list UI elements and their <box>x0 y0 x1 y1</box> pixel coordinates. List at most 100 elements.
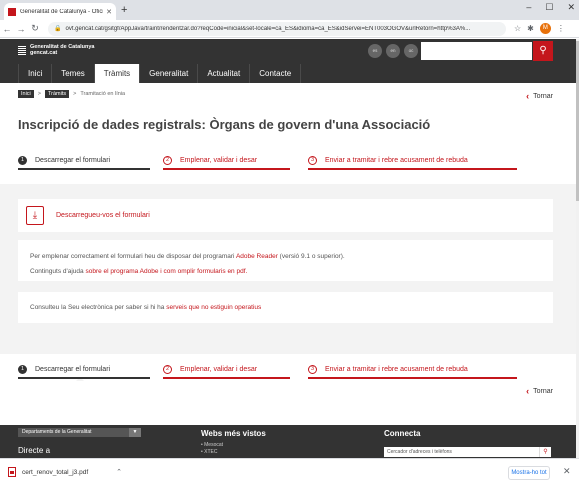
steps-bottom: 1 Descarregar el formulari 2 Emplenar, v… <box>18 361 518 381</box>
steps-top: 1 Descarregar el formulari 2 Emplenar, v… <box>18 152 518 170</box>
webs-item-xtec[interactable]: • XTEC <box>201 449 223 456</box>
lang-oc[interactable]: oc <box>404 44 418 58</box>
chevron-left-icon: ‹ <box>526 386 530 396</box>
step-number: 1 <box>18 155 27 165</box>
tab-title: Generalitat de Catalunya - Oficin <box>20 8 104 15</box>
close-tab-icon[interactable]: ✕ <box>106 8 112 16</box>
webs-list: • Mesocat • XTEC <box>201 442 223 456</box>
address-bar: ← → ↻ 🔒 ovt.gencat.cat/gsitgf/AppJava/tr… <box>0 20 579 38</box>
minimize-icon[interactable]: – <box>526 2 531 13</box>
gencat-logo[interactable]: Generalitat de Catalunya gencat.cat <box>18 44 95 56</box>
search-icon[interactable]: ⚲ <box>533 41 553 61</box>
status-card: Consulteu la Seu electrònica per saber s… <box>18 292 553 323</box>
logo-line2: gencat.cat <box>30 50 58 56</box>
content-section: ⤓ Descarregueu-vos el formulari Per empl… <box>0 184 576 354</box>
departments-select-label: Departaments de la Generalitat <box>22 429 92 435</box>
step-1[interactable]: 1 Descarregar el formulari <box>18 361 150 379</box>
step-number: 3 <box>308 364 317 374</box>
step-2[interactable]: 2 Emplenar, validar i desar <box>163 361 290 379</box>
step-number: 3 <box>308 155 317 165</box>
departments-select[interactable]: Departaments de la Generalitat ▼ <box>18 428 141 437</box>
services-status-link[interactable]: serveis que no estiguin operatius <box>166 304 261 311</box>
senyera-icon <box>18 45 26 55</box>
nav-actualitat[interactable]: Actualitat <box>198 64 251 83</box>
lang-en[interactable]: en <box>386 44 400 58</box>
breadcrumb: Inici > Tràmits > Tramitació en línia <box>18 90 125 98</box>
download-item[interactable]: cert_renov_total_j3.pdf ⌃ <box>8 467 122 477</box>
info-line1-text: Per emplenar correctament el formulari h… <box>30 253 235 260</box>
info-line1-post: (versió 9.1 o superior). <box>279 253 345 260</box>
nav-temes[interactable]: Temes <box>52 64 95 83</box>
url-text: ovt.gencat.cat/gsitgf/AppJava/traint/ren… <box>65 25 471 32</box>
info-card: Per emplenar correctament el formulari h… <box>18 240 553 281</box>
tornar-label: Tornar <box>533 387 553 395</box>
pdf-download-icon[interactable]: ⤓ <box>26 206 44 225</box>
tornar-label: Tornar <box>533 92 553 100</box>
download-form-link[interactable]: Descarregueu-vos el formulari <box>56 212 150 219</box>
browser-tab[interactable]: Generalitat de Catalunya - Oficin ✕ <box>4 3 116 20</box>
tornar-link-top[interactable]: ‹ Tornar <box>526 91 553 101</box>
step-number: 2 <box>163 155 172 165</box>
search-icon[interactable]: ⚲ <box>539 447 551 457</box>
close-icon[interactable]: ✕ <box>563 466 571 477</box>
step-label: Enviar a tramitar i rebre acusament de r… <box>325 156 468 164</box>
close-window-icon[interactable]: ✕ <box>567 2 575 13</box>
site-search-input[interactable] <box>421 42 532 60</box>
step-number: 2 <box>163 364 172 374</box>
forward-icon[interactable]: → <box>14 24 28 34</box>
download-filename: cert_renov_total_j3.pdf <box>22 468 89 476</box>
step-label: Descarregar el formulari <box>35 156 111 164</box>
step-label: Enviar a tramitar i rebre acusament de r… <box>325 365 468 373</box>
step-2[interactable]: 2 Emplenar, validar i desar <box>163 152 290 170</box>
download-bar: cert_renov_total_j3.pdf ⌃ Mostra-ho tot … <box>0 458 579 487</box>
step-label: Emplenar, validar i desar <box>180 365 258 373</box>
step-1[interactable]: 1 Descarregar el formulari <box>18 152 150 170</box>
show-all-button[interactable]: Mostra-ho tot <box>508 466 550 480</box>
webs-heading: Webs més vistos <box>201 429 266 438</box>
nav-generalitat[interactable]: Generalitat <box>140 64 199 83</box>
adobe-help-link[interactable]: sobre el programa Adobe i com omplir for… <box>85 268 247 275</box>
tornar-link-bottom[interactable]: ‹ Tornar <box>526 386 553 396</box>
favicon-icon <box>8 7 16 16</box>
step-3[interactable]: 3 Enviar a tramitar i rebre acusament de… <box>308 361 517 379</box>
star-icon[interactable]: ☆ <box>514 24 521 33</box>
nav-tramits[interactable]: Tràmits <box>94 64 141 83</box>
reload-icon[interactable]: ↻ <box>28 23 42 34</box>
maximize-icon[interactable]: ☐ <box>545 2 553 13</box>
breadcrumb-current: Tramitació en línia <box>80 91 126 97</box>
lang-es[interactable]: es <box>368 44 382 58</box>
connecta-heading: Connecta <box>384 429 421 438</box>
step-3[interactable]: 3 Enviar a tramitar i rebre acusament de… <box>308 152 517 170</box>
webs-item-mesocat[interactable]: • Mesocat <box>201 442 223 449</box>
chevron-left-icon: ‹ <box>526 91 530 101</box>
status-text: Consulteu la Seu electrònica per saber s… <box>30 304 165 311</box>
phone-search-input[interactable]: Cercador d'adreces i telèfons <box>384 447 539 457</box>
info-line2-text: Continguts d'ajuda <box>30 268 84 275</box>
adobe-reader-link[interactable]: Adobe Reader <box>236 253 278 260</box>
step-label: Descarregar el formulari <box>35 365 111 373</box>
window-controls: – ☐ ✕ <box>526 2 575 13</box>
nav-contacte[interactable]: Contacte <box>250 64 302 83</box>
new-tab-icon[interactable]: + <box>121 3 127 17</box>
browser-titlebar: Generalitat de Catalunya - Oficin ✕ + – … <box>0 0 579 20</box>
language-switcher: es en oc <box>368 44 418 58</box>
lock-icon[interactable]: 🔒 <box>54 25 61 32</box>
site-footer: Departaments de la Generalitat ▼ Directe… <box>0 425 576 458</box>
page-title: Inscripció de dades registrals: Òrgans d… <box>18 117 431 132</box>
pdf-file-icon <box>8 467 16 477</box>
chevron-up-icon[interactable]: ⌃ <box>116 468 122 476</box>
profile-avatar[interactable]: M <box>539 23 551 34</box>
breadcrumb-separator: > <box>73 91 77 97</box>
main-nav: Inici Temes Tràmits Generalitat Actualit… <box>0 64 576 83</box>
breadcrumb-tramits[interactable]: Tràmits <box>45 90 70 98</box>
breadcrumb-separator: > <box>37 91 41 97</box>
url-input[interactable]: 🔒 ovt.gencat.cat/gsitgf/AppJava/traint/r… <box>48 21 506 36</box>
extensions-icon[interactable]: ✱ <box>527 24 534 33</box>
download-card: ⤓ Descarregueu-vos el formulari <box>18 199 553 232</box>
back-icon[interactable]: ← <box>0 24 14 34</box>
nav-inici[interactable]: Inici <box>18 64 53 83</box>
menu-icon[interactable]: ⋮ <box>557 24 565 33</box>
breadcrumb-inici[interactable]: Inici <box>18 90 34 98</box>
directe-heading: Directe a <box>18 446 51 455</box>
chevron-down-icon: ▼ <box>129 428 141 437</box>
